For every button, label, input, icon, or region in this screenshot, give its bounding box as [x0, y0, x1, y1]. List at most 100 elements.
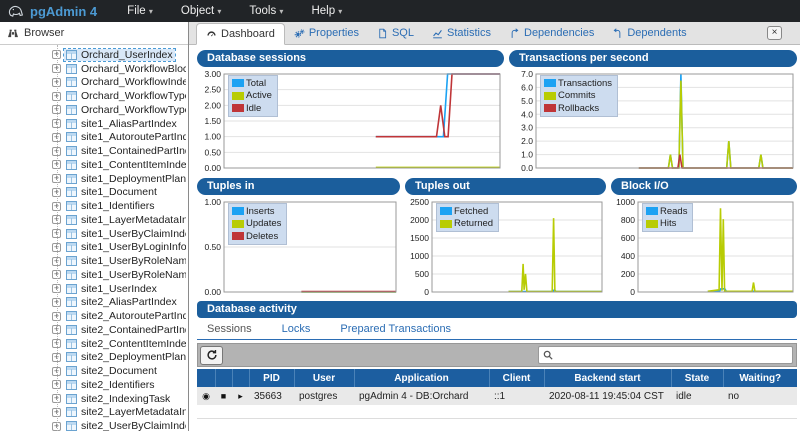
- tree-item-orchard-userindex[interactable]: +Orchard_UserIndex: [0, 48, 188, 62]
- tree-item-site1-document[interactable]: +site1_Document: [0, 186, 188, 200]
- index-table-icon: [66, 284, 77, 294]
- tree-item-label: site2_Identifiers: [81, 379, 155, 391]
- tree-item-orchard-workflowtypestartactivitiesindex[interactable]: +Orchard_WorkflowTypeStartActivitiesInde…: [0, 103, 188, 117]
- legend-swatch: [232, 232, 244, 240]
- menu-file[interactable]: File ▾: [127, 5, 153, 17]
- tab-label: Dashboard: [221, 28, 275, 40]
- legend-entry: Idle: [232, 102, 272, 115]
- svg-text:2.00: 2.00: [204, 100, 221, 110]
- tab-dependencies[interactable]: Dependencies: [500, 22, 603, 44]
- tree-item-site2-autoroutepartindex[interactable]: +site2_AutoroutePartIndex: [0, 309, 188, 323]
- tree-item-site1-deploymentplanindex[interactable]: +site1_DeploymentPlanIndex: [0, 172, 188, 186]
- column-header-user[interactable]: User: [294, 369, 354, 387]
- menu-tools[interactable]: Tools ▾: [249, 5, 283, 17]
- search-input[interactable]: [556, 350, 788, 361]
- sessions-table: PIDUserApplicationClientBackend startSta…: [197, 369, 797, 419]
- tree-item-site2-document[interactable]: +site2_Document: [0, 364, 188, 378]
- tree-item-label: site2_Document: [81, 365, 157, 377]
- tab-sql[interactable]: SQL: [368, 22, 423, 44]
- tab-statistics[interactable]: Statistics: [423, 22, 500, 44]
- column-header-state[interactable]: State: [671, 369, 723, 387]
- tree-item-site1-containedpartindex[interactable]: +site1_ContainedPartIndex: [0, 144, 188, 158]
- menubar: File ▾ Object ▾ Tools ▾ Help ▾: [127, 5, 342, 17]
- legend-label: Active: [246, 90, 272, 101]
- svg-text:200: 200: [621, 269, 635, 279]
- close-panel-button[interactable]: ×: [767, 26, 782, 40]
- tab-dependents[interactable]: Dependents: [603, 22, 695, 44]
- svg-text:1.50: 1.50: [204, 116, 221, 126]
- refresh-button[interactable]: [200, 346, 223, 365]
- subtab-sessions[interactable]: Sessions: [207, 323, 252, 339]
- tree-item-site1-identifiers[interactable]: +site1_Identifiers: [0, 199, 188, 213]
- chart-legend: InsertsUpdatesDeletes: [228, 203, 287, 245]
- column-header-client[interactable]: Client: [489, 369, 544, 387]
- tree-item-site1-autoroutepartindex[interactable]: +site1_AutoroutePartIndex: [0, 131, 188, 145]
- chart-title: Tuples in: [197, 178, 400, 195]
- column-header-icon[interactable]: [232, 369, 249, 387]
- index-table-icon: [66, 394, 77, 404]
- legend-label: Inserts: [246, 206, 275, 217]
- menu-help[interactable]: Help ▾: [311, 5, 342, 17]
- tree-item-site1-layermetadataindex[interactable]: +site1_LayerMetadataIndex: [0, 213, 188, 227]
- tab-label: Statistics: [447, 27, 491, 39]
- legend-entry: Updates: [232, 218, 281, 231]
- tab-label: Dependents: [627, 27, 686, 39]
- caret-down-icon: ▾: [338, 7, 342, 16]
- tab-label: Dependencies: [524, 27, 594, 39]
- column-header-pid[interactable]: PID: [249, 369, 294, 387]
- svg-text:0: 0: [424, 287, 429, 297]
- column-header-icon[interactable]: [215, 369, 232, 387]
- tree-item-site2-identifiers[interactable]: +site2_Identifiers: [0, 378, 188, 392]
- legend-entry: Fetched: [440, 205, 493, 218]
- tree-item-site1-userbyrolenameindex-document[interactable]: +site1_UserByRoleNameIndex_Document: [0, 268, 188, 282]
- session-row[interactable]: ◉■▸35663postgrespgAdmin 4 - DB:Orchard::…: [197, 387, 797, 405]
- column-header-waiting[interactable]: Waiting?: [723, 369, 797, 387]
- column-header-application[interactable]: Application: [354, 369, 489, 387]
- tree-item-site2-userbyclaimindex[interactable]: +site2_UserByClaimIndex: [0, 419, 188, 431]
- svg-text:3.00: 3.00: [204, 69, 221, 79]
- subtab-locks[interactable]: Locks: [282, 323, 311, 339]
- gears-icon: [294, 28, 305, 39]
- expand-row-icon[interactable]: ▸: [232, 387, 249, 405]
- activity-title: Database activity: [197, 301, 797, 318]
- subtab-prepared-transactions[interactable]: Prepared Transactions: [340, 323, 451, 339]
- index-table-icon: [66, 64, 77, 74]
- legend-entry: Total: [232, 77, 272, 90]
- tree-item-site1-userbyclaimindex[interactable]: +site1_UserByClaimIndex: [0, 227, 188, 241]
- tree-item-site2-containedpartindex[interactable]: +site2_ContainedPartIndex: [0, 323, 188, 337]
- tree-item-site2-layermetadataindex[interactable]: +site2_LayerMetadataIndex: [0, 406, 188, 420]
- tree-item-site2-indexingtask[interactable]: +site2_IndexingTask: [0, 392, 188, 406]
- menu-object[interactable]: Object ▾: [181, 5, 221, 17]
- svg-text:2500: 2500: [410, 197, 429, 207]
- tree-item-site1-userindex[interactable]: +site1_UserIndex: [0, 282, 188, 296]
- index-table-icon: [66, 91, 77, 101]
- tree-item-site1-userbyrolenameindex[interactable]: +site1_UserByRoleNameIndex: [0, 254, 188, 268]
- tree-item-site1-aliaspartindex[interactable]: +site1_AliasPartIndex: [0, 117, 188, 131]
- tree-item-orchard-workflowtypeindex[interactable]: +Orchard_WorkflowTypeIndex: [0, 89, 188, 103]
- tree-item-label: site1_UserByLoginInfoIndex: [81, 241, 186, 253]
- tree-item-orchard-workflowindex[interactable]: +Orchard_WorkflowIndex: [0, 76, 188, 90]
- sessions-table-header: PIDUserApplicationClientBackend startSta…: [197, 369, 797, 387]
- tab-dashboard[interactable]: Dashboard: [196, 23, 285, 45]
- sql-file-icon: [377, 28, 388, 39]
- column-header-backend-start[interactable]: Backend start: [544, 369, 671, 387]
- tree-item-orchard-workflowblockingactivitiesindex[interactable]: +Orchard_WorkflowBlockingActivitiesIndex: [0, 62, 188, 76]
- caret-down-icon: ▾: [217, 7, 221, 16]
- terminate-session-icon[interactable]: ■: [215, 387, 232, 405]
- legend-swatch: [646, 220, 658, 228]
- tab-properties[interactable]: Properties: [285, 22, 368, 44]
- cancel-query-icon[interactable]: ◉: [197, 387, 215, 405]
- tree-item-site2-deploymentplanindex[interactable]: +site2_DeploymentPlanIndex: [0, 351, 188, 365]
- tree-item-site2-aliaspartindex[interactable]: +site2_AliasPartIndex: [0, 296, 188, 310]
- column-header-icon[interactable]: [197, 369, 215, 387]
- tree-item-site1-contentitemindex[interactable]: +site1_ContentItemIndex: [0, 158, 188, 172]
- index-table-icon: [66, 77, 77, 87]
- tree-item-label: Orchard_WorkflowBlockingActivitiesIndex: [81, 63, 186, 75]
- legend-entry: Reads: [646, 205, 687, 218]
- svg-text:1.00: 1.00: [204, 197, 221, 207]
- tree-item-site2-contentitemindex[interactable]: +site2_ContentItemIndex: [0, 337, 188, 351]
- tree-guide-line: [57, 45, 58, 431]
- browser-title: Browser: [24, 27, 64, 39]
- tree-item-site1-userbylogininfoindex[interactable]: +site1_UserByLoginInfoIndex: [0, 241, 188, 255]
- index-table-icon: [66, 421, 77, 431]
